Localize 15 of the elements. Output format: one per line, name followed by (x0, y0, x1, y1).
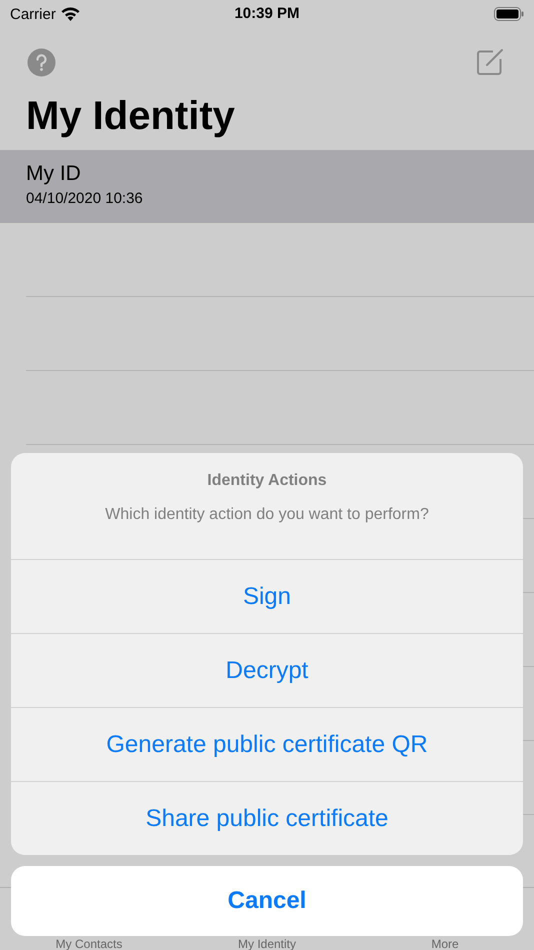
clock-time: 10:39 PM (234, 5, 300, 22)
compose-icon[interactable] (476, 48, 504, 76)
identity-date: 04/10/2020 10:36 (26, 190, 143, 207)
cancel-button[interactable]: Cancel (11, 866, 523, 936)
identity-name: My ID (26, 162, 81, 186)
carrier-label: Carrier (10, 6, 56, 22)
tab-item[interactable]: More (431, 938, 459, 950)
wifi-icon (60, 7, 80, 21)
battery-icon (494, 7, 524, 21)
sheet-message: Which identity action do you want to perform? (105, 506, 429, 524)
identity-row[interactable]: My ID 04/10/2020 10:36 (0, 150, 534, 223)
page-title: My Identity (26, 96, 235, 136)
sheet-title: Identity Actions (207, 472, 327, 490)
help-icon[interactable] (27, 48, 56, 76)
action-button[interactable]: Share public certificate (11, 781, 523, 855)
